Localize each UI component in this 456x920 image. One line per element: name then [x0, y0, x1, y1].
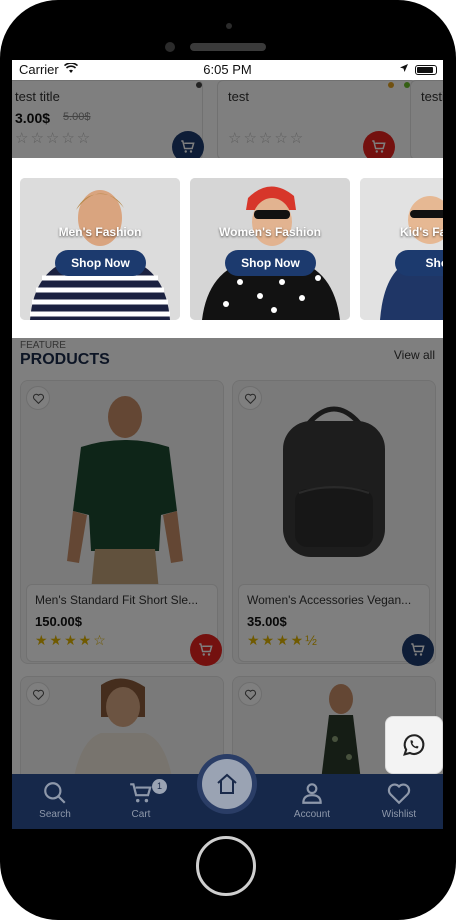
wishlist-toggle[interactable]	[26, 386, 50, 410]
rating-stars: ☆☆☆☆☆	[228, 130, 306, 147]
search-icon	[44, 782, 66, 804]
home-button[interactable]	[197, 754, 257, 814]
product-card-test[interactable]: test ☆☆☆☆☆	[217, 80, 416, 163]
status-bar: Carrier 6:05 PM	[12, 60, 443, 80]
category-card-mens[interactable]: Men's Fashion Shop Now	[20, 178, 180, 320]
section-title: PRODUCTS	[20, 351, 110, 368]
product-name: testi	[421, 89, 443, 104]
tab-label: Search	[39, 809, 71, 820]
heart-icon	[32, 689, 44, 700]
whatsapp-button[interactable]	[385, 716, 443, 774]
decor-dot	[196, 82, 202, 88]
decor-dot	[388, 82, 394, 88]
location-icon	[399, 62, 409, 76]
product-price: 35.00$	[247, 614, 287, 629]
earpiece-speaker	[190, 43, 266, 51]
heart-icon	[244, 689, 256, 700]
whatsapp-icon	[403, 734, 425, 756]
view-all-link[interactable]: View all	[394, 348, 435, 362]
shop-now-button[interactable]: Shop Now	[55, 250, 146, 276]
product-name: Women's Accessories Vegan...	[247, 593, 412, 607]
tab-label: Wishlist	[381, 809, 417, 820]
rating-stars: ★★★★☆	[35, 632, 108, 648]
cart-icon	[372, 140, 386, 153]
product-image-backpack	[233, 381, 435, 591]
shop-now-button[interactable]: Shop	[395, 250, 443, 276]
category-label: Women's Fashion	[219, 225, 321, 239]
cart-icon	[130, 783, 152, 803]
cart-icon	[199, 643, 213, 656]
cart-icon	[411, 643, 425, 656]
product-name: Men's Standard Fit Short Sle...	[35, 593, 199, 607]
wishlist-toggle[interactable]	[238, 386, 262, 410]
rating-stars: ☆☆☆☆☆	[15, 130, 93, 147]
mens-fashion-image	[20, 178, 180, 320]
add-to-cart-button[interactable]	[402, 634, 434, 666]
proximity-sensor	[226, 23, 232, 29]
category-card-womens[interactable]: Women's Fashion Shop Now	[190, 178, 350, 320]
screen: Carrier 6:05 PM test title 3.00$ 5.00$ ☆…	[12, 60, 443, 829]
heart-icon	[32, 393, 44, 404]
user-icon	[302, 783, 322, 804]
category-carousel[interactable]: Men's Fashion Shop Now Women's Fashion S…	[12, 158, 443, 338]
wishlist-toggle[interactable]	[26, 682, 50, 706]
category-label: Kid's Fa	[400, 225, 443, 239]
clock: 6:05 PM	[203, 62, 252, 77]
product-image-tshirt	[21, 381, 223, 591]
device-home-button[interactable]	[196, 836, 256, 896]
product-card-testi[interactable]: testi	[410, 80, 443, 160]
product-card[interactable]: Men's Standard Fit Short Sle... 150.00$ …	[20, 380, 224, 664]
shop-now-button[interactable]: Shop Now	[225, 250, 316, 276]
product-name: test	[228, 89, 249, 104]
home-button-inner	[202, 759, 252, 809]
category-card-kids[interactable]: Kid's Fa Shop	[360, 178, 443, 320]
battery-icon	[415, 65, 437, 75]
product-old-price: 5.00$	[63, 111, 91, 123]
tab-account[interactable]: Account	[277, 780, 347, 820]
product-card-test-title[interactable]: test title 3.00$ 5.00$ ☆☆☆☆☆	[12, 80, 204, 163]
home-icon	[217, 773, 237, 794]
product-price: 3.00$	[15, 110, 51, 126]
product-price: 150.00$	[35, 614, 82, 629]
cart-icon	[181, 140, 195, 153]
rating-stars: ★★★★½	[247, 632, 319, 648]
phone-frame: Carrier 6:05 PM test title 3.00$ 5.00$ ☆…	[0, 0, 456, 920]
product-card[interactable]: Women's Accessories Vegan... 35.00$ ★★★★…	[232, 380, 436, 664]
featured-products-header: FEATURE PRODUCTS View all	[20, 338, 435, 376]
wishlist-toggle[interactable]	[238, 682, 262, 706]
tab-label: Account	[293, 809, 331, 820]
tab-label: Cart	[131, 809, 151, 820]
cart-count-badge: 1	[152, 779, 167, 794]
heart-icon	[244, 393, 256, 404]
category-label: Men's Fashion	[58, 225, 142, 239]
front-camera	[165, 42, 175, 52]
product-name: test title	[15, 89, 60, 104]
kids-fashion-image	[360, 178, 443, 320]
tab-search[interactable]: Search	[20, 780, 90, 820]
add-to-cart-button[interactable]	[190, 634, 222, 666]
section-kicker: FEATURE	[20, 340, 66, 351]
womens-fashion-image	[190, 178, 350, 320]
heart-icon	[387, 783, 411, 805]
tab-wishlist[interactable]: Wishlist	[364, 780, 434, 820]
